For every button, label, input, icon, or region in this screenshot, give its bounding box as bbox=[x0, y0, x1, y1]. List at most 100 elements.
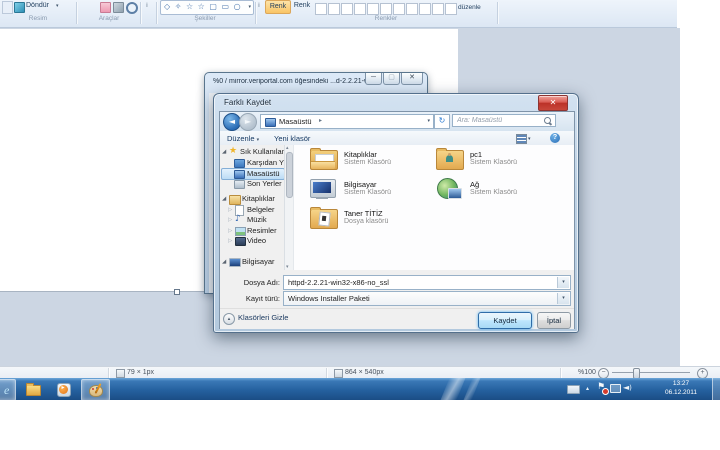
expanded-icon[interactable]: ◢ bbox=[222, 195, 226, 203]
sidebar-item-computer[interactable]: ◢ Bilgisayar bbox=[221, 257, 284, 267]
refresh-button[interactable]: ↻ bbox=[434, 114, 450, 129]
file-type-combo[interactable]: Windows Installer Paketi ▾ bbox=[283, 291, 571, 306]
color-swatch[interactable] bbox=[445, 3, 457, 15]
color-swatch[interactable] bbox=[354, 3, 366, 15]
sidebar-item-recent-places[interactable]: Son Yerler bbox=[221, 179, 284, 189]
taskbar-paint-button[interactable] bbox=[81, 379, 110, 401]
volume-icon[interactable]: ◄) bbox=[623, 383, 632, 392]
chevron-down-icon: ▾ bbox=[56, 3, 59, 9]
sidebar-item-music[interactable]: ▷ ♪ Müzik bbox=[221, 215, 284, 225]
sidebar-item-libraries[interactable]: ◢ Kitaplıklar bbox=[221, 194, 284, 204]
sidebar-item-pictures[interactable]: ▷ Resimler bbox=[221, 226, 284, 236]
taskbar-explorer-button[interactable] bbox=[19, 379, 46, 399]
libraries-icon bbox=[229, 195, 241, 205]
taskbar-ie-button[interactable]: e bbox=[0, 379, 16, 401]
status-separator bbox=[108, 368, 110, 378]
ribbon-partial-icon bbox=[2, 1, 13, 14]
magnifier-icon[interactable] bbox=[126, 2, 138, 14]
expanded-icon[interactable]: ◢ bbox=[222, 148, 226, 156]
tray-show-hidden-icon[interactable]: ▴ bbox=[586, 385, 589, 392]
eraser-icon[interactable] bbox=[100, 2, 111, 13]
brush-overflow-icon[interactable]: ⁞ bbox=[146, 2, 148, 9]
file-type-label: Kayıt türü: bbox=[220, 294, 280, 303]
save-button[interactable]: Kaydet bbox=[478, 312, 532, 329]
color-swatch[interactable] bbox=[393, 3, 405, 15]
change-view-icon[interactable] bbox=[516, 134, 527, 144]
monitor-screen bbox=[313, 182, 331, 193]
color-swatch[interactable] bbox=[419, 3, 431, 15]
file-type: Sistem Klasörü bbox=[470, 189, 517, 196]
view-dropdown-icon[interactable]: ▾ bbox=[528, 136, 531, 142]
canvas-resize-handle[interactable] bbox=[174, 289, 180, 295]
dialog-title[interactable]: Farklı Kaydet bbox=[224, 98, 271, 107]
combo-dropdown-icon[interactable]: ▾ bbox=[557, 293, 569, 304]
sidebar-item-downloads[interactable]: Karşıdan Yüklem bbox=[221, 158, 284, 168]
internet-explorer-icon: e bbox=[4, 383, 9, 398]
color-swatch[interactable] bbox=[367, 3, 379, 15]
shapes-gallery[interactable]: ◇ ✧ ☆ ☆ ▢ ▭ ○ ▾ bbox=[160, 0, 254, 15]
maximize-button[interactable]: ▢ bbox=[383, 73, 400, 85]
size-overflow-icon[interactable]: ⁞ bbox=[258, 2, 260, 9]
taskbar-media-player-button[interactable]: ▸ bbox=[50, 379, 77, 399]
cancel-button[interactable]: İptal bbox=[537, 312, 571, 329]
sidebar-item-documents[interactable]: ▷ Belgeler bbox=[221, 205, 284, 215]
color-swatch[interactable] bbox=[380, 3, 392, 15]
collapsed-icon[interactable]: ▷ bbox=[228, 237, 232, 245]
close-icon[interactable]: ✕ bbox=[401, 73, 423, 85]
collapsed-icon[interactable]: ▷ bbox=[228, 206, 232, 214]
file-tile-taner-titiz[interactable]: Taner TİTİZ Dosya klasörü bbox=[308, 207, 430, 233]
color-swatch[interactable] bbox=[432, 3, 444, 15]
eyedropper-icon[interactable] bbox=[113, 2, 124, 13]
file-tile-pc1[interactable]: pc1 Sistem Klasörü bbox=[434, 148, 556, 174]
hide-folders-button[interactable]: ▴ Klasörleri Gizle bbox=[223, 313, 288, 322]
scrollbar-thumb[interactable] bbox=[286, 152, 293, 198]
language-keyboard-icon[interactable] bbox=[567, 385, 580, 394]
close-icon[interactable]: ✕ bbox=[538, 95, 568, 111]
color2-button[interactable]: Renk bbox=[291, 0, 313, 12]
expanded-icon[interactable]: ◢ bbox=[222, 258, 226, 266]
show-desktop-button[interactable] bbox=[712, 378, 720, 400]
search-input[interactable] bbox=[452, 114, 556, 127]
color-swatch[interactable] bbox=[328, 3, 340, 15]
action-center-flag-icon[interactable]: ⚑ bbox=[597, 382, 605, 392]
address-location[interactable]: Masaüstü bbox=[279, 117, 312, 126]
color-swatch[interactable] bbox=[315, 3, 327, 15]
address-bar[interactable]: Masaüstü ▸ ▾ bbox=[260, 114, 434, 129]
rotate-button[interactable]: Döndür ▾ bbox=[14, 0, 68, 13]
new-folder-button[interactable]: Yeni klasör bbox=[274, 134, 310, 143]
forward-button[interactable]: ► bbox=[239, 113, 257, 131]
file-tile-computer[interactable]: Bilgisayar Sistem Klasörü bbox=[308, 178, 430, 204]
save-as-dialog: Farklı Kaydet ✕ ◄ ► Masaüstü ▸ ▾ ↻ bbox=[213, 93, 579, 333]
color1-button[interactable]: Renk bbox=[265, 0, 291, 14]
edit-colors-button[interactable]: düzenle bbox=[458, 4, 481, 11]
breadcrumb-chevron-icon[interactable]: ▸ bbox=[319, 117, 322, 124]
help-icon[interactable]: ? bbox=[550, 133, 560, 143]
color-swatch[interactable] bbox=[341, 3, 353, 15]
combo-dropdown-icon[interactable]: ▾ bbox=[557, 277, 569, 288]
action-center-alert-badge bbox=[602, 388, 609, 395]
sidebar-item-favorites[interactable]: ◢ ★ Sık Kullanılanlar bbox=[221, 147, 284, 157]
file-list: Kitaplıklar Sistem Klasörü pc1 Sistem Kl… bbox=[294, 145, 574, 270]
file-name-combo[interactable]: httpd-2.2.21-win32-x86-no_ssl ▾ bbox=[283, 275, 571, 290]
collapsed-icon[interactable]: ▷ bbox=[228, 227, 232, 235]
shape-icons: ◇ ✧ ☆ ☆ ▢ ▭ ○ bbox=[164, 2, 242, 11]
download-window-title[interactable]: %0 / mirror.veriportal.com öğesindeki ..… bbox=[213, 78, 369, 85]
network-icon[interactable] bbox=[610, 384, 621, 393]
taskbar-clock[interactable]: 13:27 06.12.2011 bbox=[652, 380, 710, 397]
file-tile-libraries[interactable]: Kitaplıklar Sistem Klasörü bbox=[308, 148, 430, 174]
music-note-icon: ♪ bbox=[235, 214, 241, 224]
color-swatch[interactable] bbox=[406, 3, 418, 15]
organize-button[interactable]: Düzenle ▾ bbox=[227, 134, 259, 143]
minimize-button[interactable]: ─ bbox=[365, 73, 382, 85]
collapsed-icon[interactable]: ▷ bbox=[228, 216, 232, 224]
sidebar-item-label: Karşıdan Yüklem bbox=[247, 158, 285, 168]
scroll-down-icon[interactable]: ▾ bbox=[286, 264, 289, 270]
sidebar-item-video[interactable]: ▷ Video bbox=[221, 236, 284, 246]
address-dropdown-icon[interactable]: ▾ bbox=[427, 118, 430, 124]
sidebar-scrollbar[interactable]: ▴ ▾ bbox=[284, 145, 293, 270]
zoom-slider-track[interactable] bbox=[612, 372, 690, 373]
group-label-colors: Renkler bbox=[300, 15, 472, 22]
file-tile-network[interactable]: Ağ Sistem Klasörü bbox=[434, 178, 556, 204]
sidebar-item-label: Belgeler bbox=[247, 205, 275, 215]
scroll-up-icon[interactable]: ▴ bbox=[286, 145, 289, 151]
